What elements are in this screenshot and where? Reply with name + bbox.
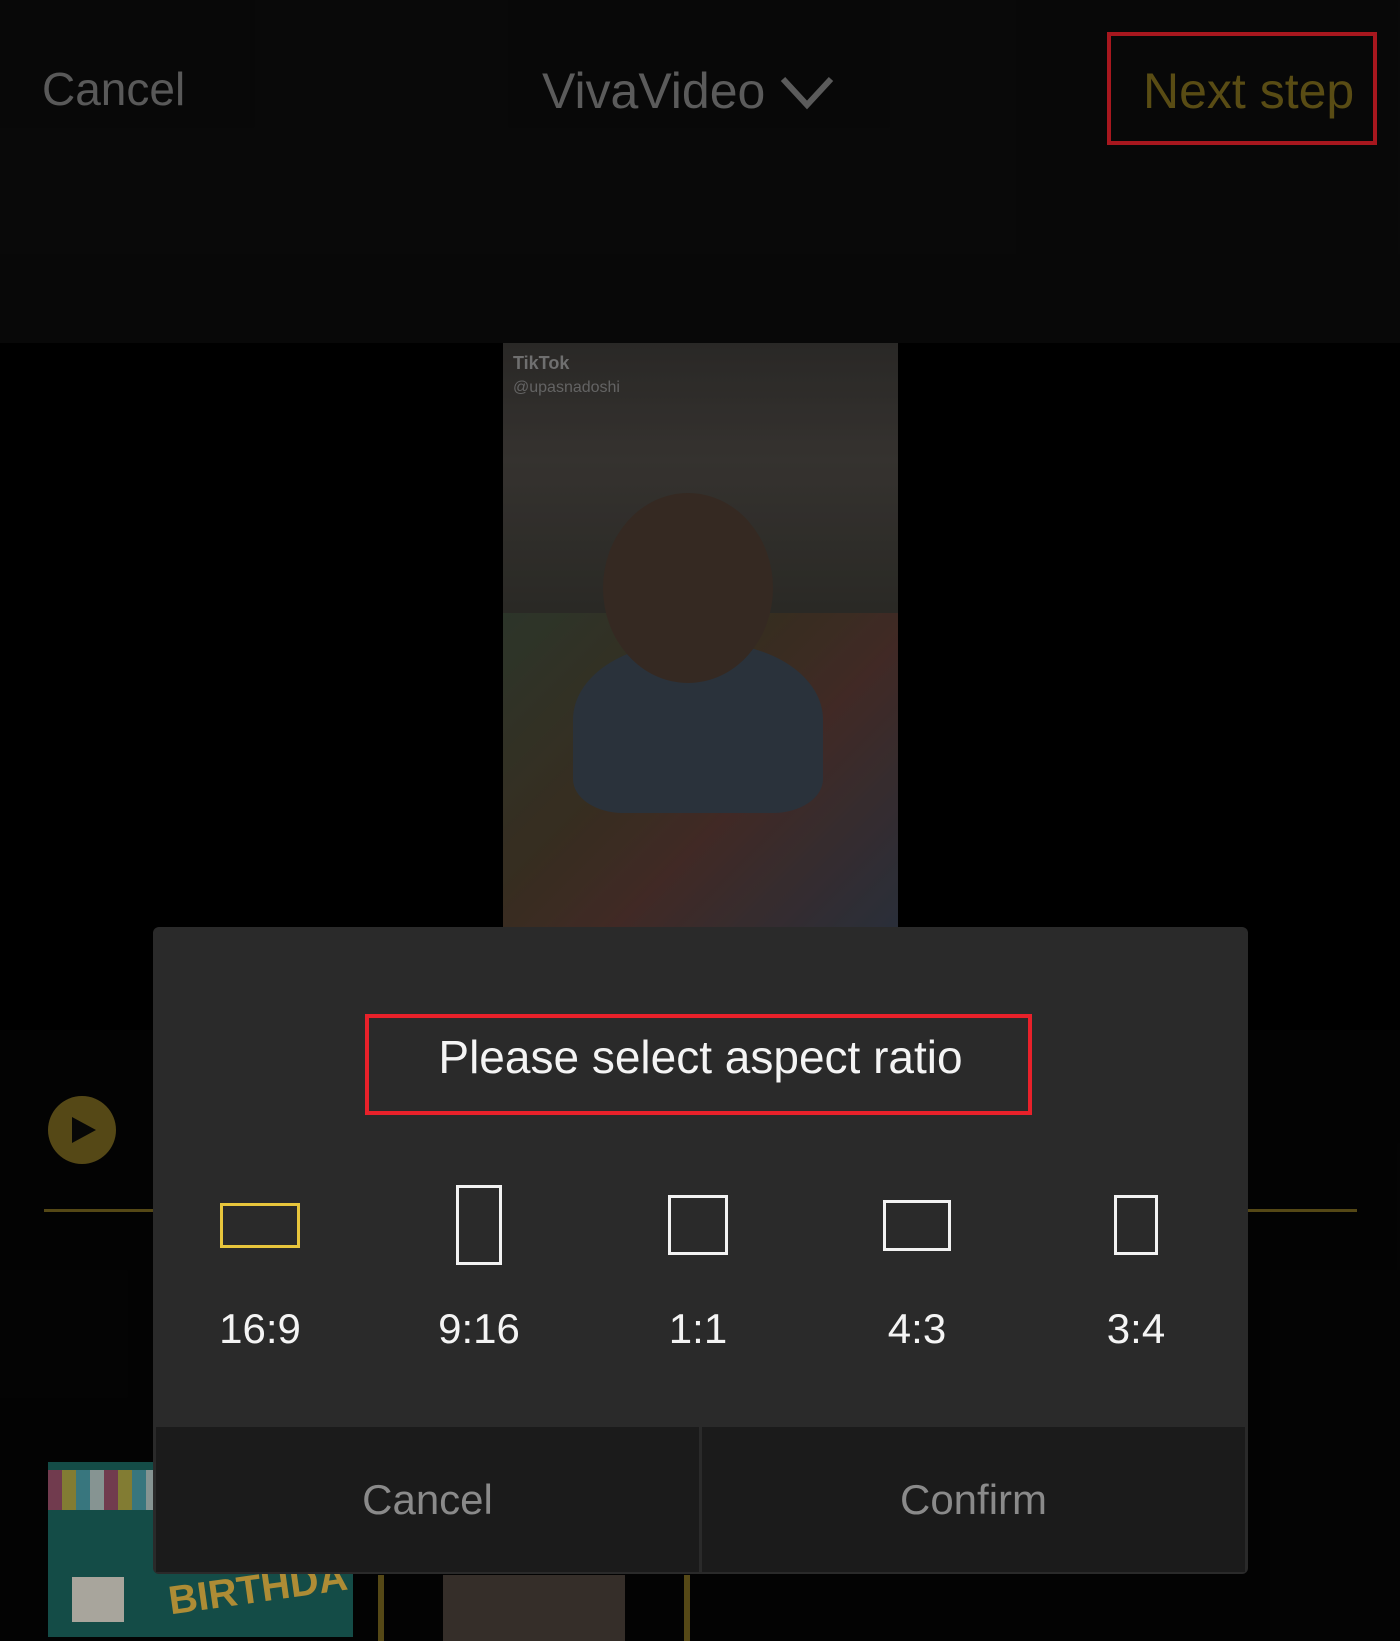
dialog-confirm-button[interactable]: Confirm bbox=[699, 1427, 1245, 1572]
ratio-label: 9:16 bbox=[438, 1305, 520, 1352]
ratio-1-1-icon bbox=[668, 1195, 728, 1255]
ratio-option-9-16[interactable]: 9:16 bbox=[399, 1180, 559, 1353]
ratio-option-16-9[interactable]: 16:9 bbox=[180, 1180, 340, 1353]
ratio-option-3-4[interactable]: 3:4 bbox=[1056, 1180, 1216, 1353]
ratio-option-1-1[interactable]: 1:1 bbox=[618, 1180, 778, 1353]
ratio-9-16-icon bbox=[456, 1185, 502, 1265]
ratio-label: 3:4 bbox=[1106, 1305, 1166, 1352]
ratio-16-9-icon bbox=[220, 1202, 300, 1248]
ratio-3-4-icon bbox=[1114, 1195, 1158, 1255]
dialog-title: Please select aspect ratio bbox=[438, 1031, 963, 1083]
ratio-option-4-3[interactable]: 4:3 bbox=[837, 1180, 997, 1353]
aspect-ratio-dialog: Please select aspect ratio 16:9 9:16 1:1… bbox=[153, 927, 1248, 1574]
ratio-label: 16:9 bbox=[219, 1305, 301, 1352]
dialog-button-row: Cancel Confirm bbox=[156, 1427, 1245, 1572]
ratio-label: 4:3 bbox=[887, 1305, 947, 1352]
dialog-cancel-button[interactable]: Cancel bbox=[156, 1427, 699, 1572]
ratio-label: 1:1 bbox=[668, 1305, 728, 1352]
ratio-4-3-icon bbox=[883, 1199, 951, 1251]
